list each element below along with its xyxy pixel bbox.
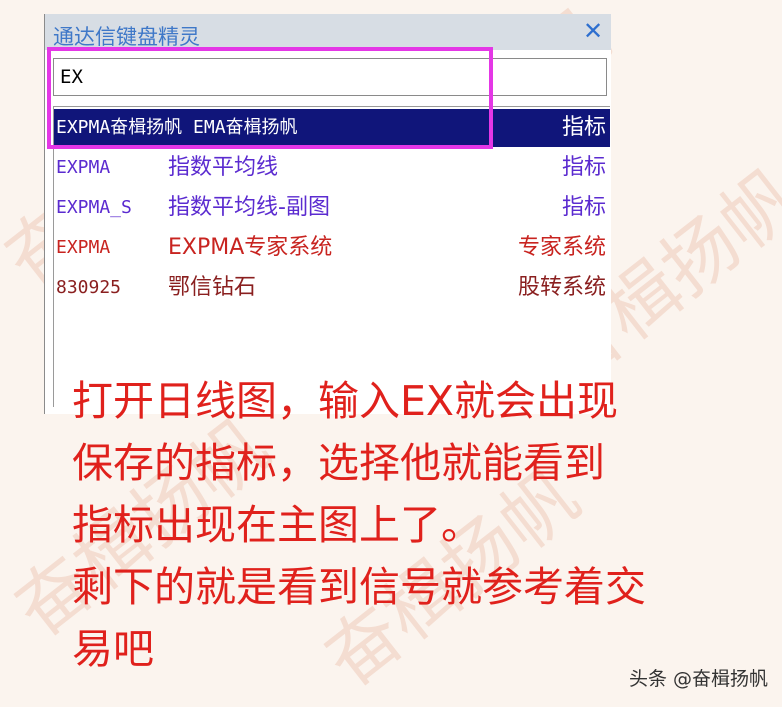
result-type: 指标 [561,195,606,220]
instruction-line: 保存的指标，选择他就能看到 [72,439,605,487]
result-code: EXPMA奋楫扬帆 EMA奋楫扬帆 [56,117,298,138]
result-type: 专家系统 [517,235,606,260]
result-code: EXPMA [56,237,111,258]
result-row[interactable]: EXPMA奋楫扬帆 EMA奋楫扬帆 指标 [54,109,610,147]
result-name: 指数平均线 [168,155,279,180]
result-row[interactable]: EXPMA EXPMA专家系统 专家系统 [54,229,610,267]
window-title: 通达信键盘精灵 [53,25,200,49]
result-code: EXPMA [56,157,111,178]
keyboard-wizard-window: 通达信键盘精灵 ✕ EXPMA奋楫扬帆 EMA奋楫扬帆 指标 EXPMA 指数平… [44,14,611,414]
result-name: 指数平均线-副图 [168,195,330,220]
result-row[interactable]: EXPMA 指数平均线 指标 [54,149,610,187]
instruction-text: 打开日线图，输入EX就会出现 保存的指标，选择他就能看到 指标出现在主图上了。 … [72,370,732,680]
search-box[interactable] [53,58,610,96]
footer-credit: 头条 @奋楫扬帆 [628,668,768,690]
result-type: 指标 [561,155,606,180]
window-titlebar: 通达信键盘精灵 ✕ [45,14,611,50]
results-list: EXPMA奋楫扬帆 EMA奋楫扬帆 指标 EXPMA 指数平均线 指标 EXPM… [53,106,610,407]
result-name: EXPMA专家系统 [168,235,333,260]
result-code: 830925 [56,277,122,298]
instruction-line: 打开日线图，输入EX就会出现 [72,377,618,425]
result-row[interactable]: EXPMA_S 指数平均线-副图 指标 [54,189,610,227]
result-type: 指标 [561,115,606,140]
result-code: EXPMA_S [56,197,132,218]
close-icon[interactable]: ✕ [579,16,607,46]
result-type: 股转系统 [517,275,606,300]
result-name: 鄂信钻石 [168,275,257,300]
instruction-line: 指标出现在主图上了。 [72,501,482,549]
search-input[interactable] [56,61,610,93]
result-row[interactable]: 830925 鄂信钻石 股转系统 [54,269,610,307]
instruction-line: 剩下的就是看到信号就参考着交 [72,563,646,611]
